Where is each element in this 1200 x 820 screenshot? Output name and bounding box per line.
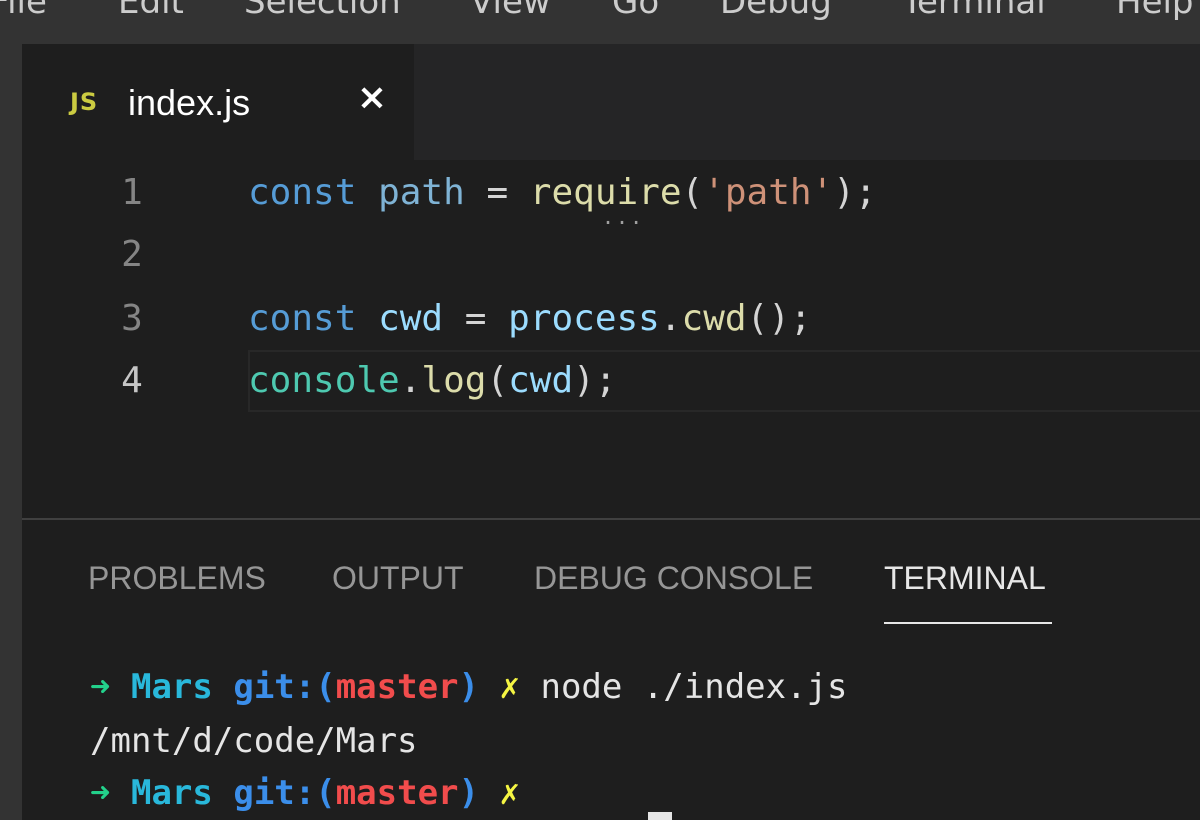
bottom-panel: PROBLEMS OUTPUT DEBUG CONSOLE TERMINAL ➜…	[22, 520, 1200, 820]
menu-help[interactable]: Help	[1116, 0, 1194, 24]
tab-label: index.js	[128, 82, 251, 123]
terminal-cursor	[648, 812, 672, 820]
menu-bar: File Edit Selection View Go Debug Termin…	[0, 0, 1200, 44]
line-number-active: 4	[121, 360, 143, 401]
token-punctuation: );	[833, 172, 877, 213]
token-paren: (	[681, 172, 704, 213]
token-variable: cwd	[378, 298, 444, 339]
menu-selection[interactable]: Selection	[244, 0, 401, 24]
token-function: cwd	[681, 298, 747, 339]
js-file-icon: JS	[70, 88, 99, 116]
quick-fix-hint-dots[interactable]: ...	[602, 207, 644, 227]
token-keyword: const	[248, 172, 357, 213]
menu-terminal[interactable]: Terminal	[902, 0, 1046, 24]
tab-index-js[interactable]: JS index.js ×	[22, 44, 414, 160]
token-operator: =	[443, 298, 509, 339]
code-line-3[interactable]: 3 const cwd = process.cwd();	[22, 288, 1200, 350]
prompt-directory: Mars	[130, 667, 213, 707]
token-keyword: const	[248, 298, 357, 339]
token-string: 'path'	[703, 172, 834, 213]
tab-terminal[interactable]: TERMINAL	[884, 560, 1046, 597]
prompt-arrow-icon: ➜	[90, 773, 111, 813]
line-number: 2	[121, 234, 143, 275]
menu-view[interactable]: View	[470, 0, 551, 24]
token-dot: .	[659, 298, 682, 339]
dirty-mark-icon: ✗	[499, 773, 520, 813]
line-code: const cwd = process.cwd();	[248, 288, 812, 350]
menu-file[interactable]: File	[0, 0, 47, 24]
active-tab-indicator	[884, 622, 1052, 624]
prompt-git-branch: master	[335, 773, 459, 813]
prompt-git-suffix: )	[458, 667, 480, 707]
line-code: const path = require('path');	[248, 162, 877, 224]
tab-output[interactable]: OUTPUT	[332, 560, 464, 597]
token-operator: =	[464, 172, 530, 213]
menu-go[interactable]: Go	[612, 0, 659, 24]
token-punctuation: );	[573, 360, 617, 401]
line-number: 3	[121, 298, 143, 339]
code-editor[interactable]: 1 const path = require('path'); ... 2 3 …	[22, 160, 1200, 518]
dirty-mark-icon: ✗	[499, 667, 520, 707]
code-line-4[interactable]: 4 console.log(cwd);	[22, 350, 1200, 412]
terminal-line-command[interactable]: ➜ Mars git:(master) ✗ node ./index.js	[90, 662, 848, 712]
prompt-git-branch: master	[335, 667, 459, 707]
token-dot: .	[399, 360, 422, 401]
prompt-arrow-icon: ➜	[90, 667, 111, 707]
token-function: log	[421, 360, 487, 401]
token-punctuation: ();	[746, 298, 812, 339]
menu-debug[interactable]: Debug	[720, 0, 832, 24]
line-number: 1	[121, 172, 143, 213]
terminal-command: node ./index.js	[540, 667, 848, 707]
token-paren: (	[486, 360, 509, 401]
close-icon[interactable]: ×	[352, 78, 392, 118]
tab-problems[interactable]: PROBLEMS	[88, 560, 266, 597]
editor-tab-bar: JS index.js ×	[22, 44, 1200, 160]
activity-bar-edge	[0, 44, 22, 820]
code-line-2[interactable]: 2	[22, 224, 1200, 286]
token-variable: cwd	[508, 360, 574, 401]
token-class: console	[248, 360, 400, 401]
prompt-git-prefix: git:(	[233, 667, 336, 707]
tab-debug-console[interactable]: DEBUG CONSOLE	[534, 560, 813, 597]
prompt-git-suffix: )	[458, 773, 480, 813]
code-line-1[interactable]: 1 const path = require('path'); ...	[22, 162, 1200, 227]
terminal-line-prompt[interactable]: ➜ Mars git:(master) ✗	[90, 768, 520, 818]
prompt-git-prefix: git:(	[233, 773, 336, 813]
terminal-output: /mnt/d/code/Mars	[90, 721, 418, 761]
line-code: console.log(cwd);	[248, 350, 617, 412]
prompt-directory: Mars	[130, 773, 213, 813]
menu-edit[interactable]: Edit	[118, 0, 184, 24]
token-object: process	[508, 298, 660, 339]
token-variable: path	[378, 172, 465, 213]
